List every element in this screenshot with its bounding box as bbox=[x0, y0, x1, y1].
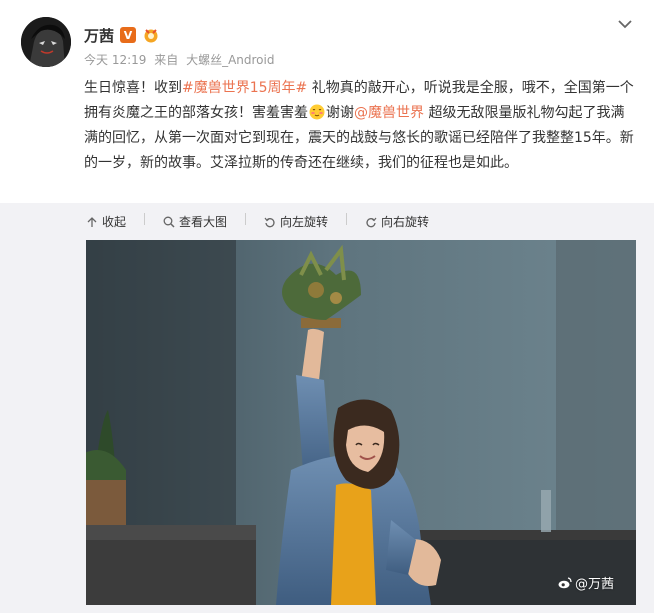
post-meta: 今天 12:19 来自 大螺丝_Android bbox=[84, 51, 278, 68]
username[interactable]: 万茜 bbox=[84, 25, 114, 46]
post-source[interactable]: 大螺丝_Android bbox=[186, 53, 274, 67]
toolbar-divider bbox=[245, 213, 247, 225]
photo-watermark: @万茜 bbox=[558, 573, 614, 592]
media-toolbar: 收起 查看大图 向左旋转 向右旋转 bbox=[86, 213, 429, 230]
magnifier-icon bbox=[163, 216, 175, 228]
vip-medal-icon[interactable] bbox=[142, 27, 160, 43]
post-content: 生日惊喜！收到#魔兽世界15周年# 礼物真的敲开心，听说我是全服，哦不，全国第一… bbox=[84, 76, 634, 176]
hashtag-link[interactable]: #魔兽世界15周年# bbox=[182, 80, 307, 96]
collapse-button[interactable]: 收起 bbox=[86, 213, 126, 230]
rotate-left-label: 向左旋转 bbox=[280, 215, 329, 229]
rotate-right-label: 向右旋转 bbox=[381, 215, 430, 229]
shy-emoji-icon bbox=[309, 104, 325, 120]
toolbar-divider bbox=[144, 213, 146, 225]
toolbar-divider bbox=[346, 213, 348, 225]
mention-link[interactable]: @魔兽世界 bbox=[354, 105, 424, 121]
chevron-down-icon[interactable] bbox=[617, 16, 633, 32]
author-row: 万茜 V bbox=[84, 24, 160, 46]
post-time[interactable]: 今天 12:19 bbox=[84, 53, 146, 67]
photo-illustration bbox=[86, 240, 636, 605]
watermark-text: @万茜 bbox=[574, 577, 614, 592]
post-photo[interactable]: @万茜 bbox=[86, 240, 636, 605]
view-large-button[interactable]: 查看大图 bbox=[163, 213, 227, 230]
rotate-left-icon bbox=[264, 217, 275, 227]
from-label: 来自 bbox=[154, 53, 179, 67]
content-part-1: 生日惊喜！收到 bbox=[84, 80, 182, 96]
rotate-right-icon bbox=[366, 217, 377, 227]
rotate-right-button[interactable]: 向右旋转 bbox=[365, 213, 429, 230]
view-large-label: 查看大图 bbox=[179, 215, 228, 229]
collapse-arrow-icon bbox=[87, 216, 97, 227]
weibo-logo-icon bbox=[558, 576, 572, 588]
collapse-label: 收起 bbox=[102, 215, 127, 229]
rotate-left-button[interactable]: 向左旋转 bbox=[264, 213, 328, 230]
avatar[interactable] bbox=[21, 17, 71, 67]
verified-badge-icon[interactable]: V bbox=[120, 27, 137, 43]
content-part-3: 谢谢 bbox=[326, 105, 354, 121]
weibo-post-card: 万茜 V 今天 12:19 来自 大螺丝_Android 生日惊喜！收到#魔兽世… bbox=[0, 0, 654, 613]
